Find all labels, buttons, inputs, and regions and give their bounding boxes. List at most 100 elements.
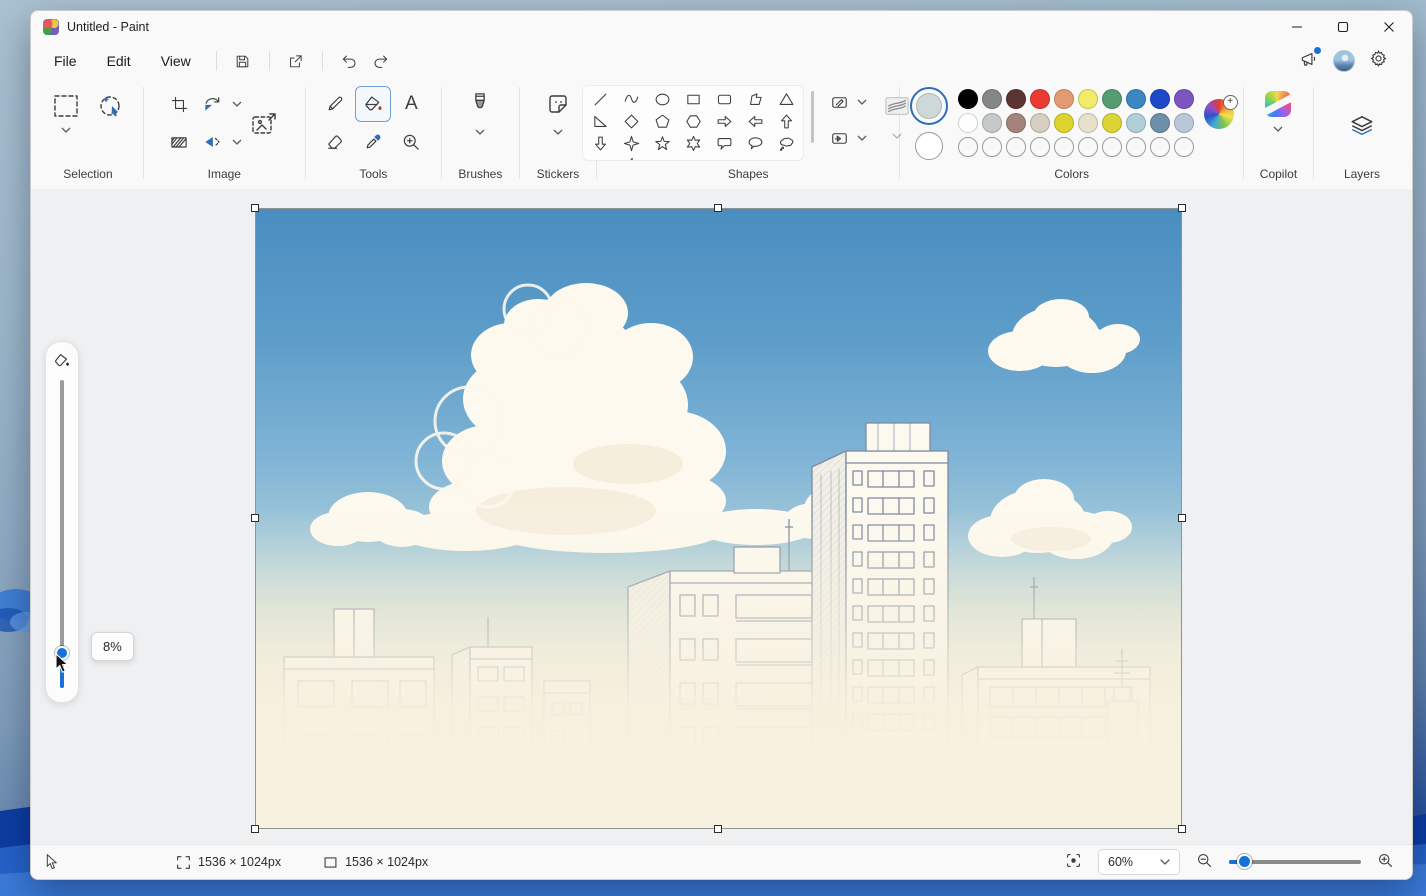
zoom-level-dropdown[interactable]: 60%: [1098, 849, 1180, 875]
selection-handle-middle-right[interactable]: [1178, 514, 1186, 522]
color-swatch[interactable]: [1150, 89, 1170, 109]
shape-right-triangle-icon[interactable]: [585, 110, 616, 132]
chevron-down-icon[interactable]: [857, 99, 867, 105]
shapes-scrollbar[interactable]: [811, 91, 814, 143]
tolerance-slider[interactable]: [60, 380, 64, 688]
selection-handle-bottom-left[interactable]: [251, 825, 259, 833]
color-swatch-empty[interactable]: [1030, 137, 1050, 157]
shape-outline-button[interactable]: [826, 89, 854, 115]
share-button[interactable]: [280, 46, 312, 76]
color-swatch[interactable]: [1174, 89, 1194, 109]
color-swatch[interactable]: [1174, 113, 1194, 133]
chevron-down-icon[interactable]: [892, 133, 902, 139]
color-swatch[interactable]: [982, 89, 1002, 109]
shape-rectangle-icon[interactable]: [678, 88, 709, 110]
shape-star-six-icon[interactable]: [678, 132, 709, 154]
selection-handle-bottom-right[interactable]: [1178, 825, 1186, 833]
shape-arrow-right-icon[interactable]: [709, 110, 740, 132]
shape-polygon-icon[interactable]: [740, 88, 771, 110]
shape-curve-icon[interactable]: [616, 88, 647, 110]
selection-handle-top-right[interactable]: [1178, 204, 1186, 212]
color-picker-tool-button[interactable]: [356, 125, 390, 159]
chevron-down-icon[interactable]: [553, 129, 563, 135]
zoom-in-button[interactable]: [1377, 852, 1394, 872]
eraser-tool-button[interactable]: [318, 125, 352, 159]
color-swatch[interactable]: [1006, 113, 1026, 133]
color-swatch[interactable]: [1102, 113, 1122, 133]
color-swatch[interactable]: [958, 89, 978, 109]
color-swatch-empty[interactable]: [1054, 137, 1074, 157]
shape-triangle-icon[interactable]: [771, 88, 802, 110]
color-swatch[interactable]: [1078, 89, 1098, 109]
rectangle-select-button[interactable]: [49, 89, 83, 123]
maximize-button[interactable]: [1320, 11, 1366, 43]
selection-handle-top-left[interactable]: [251, 204, 259, 212]
color-swatch[interactable]: [958, 113, 978, 133]
close-button[interactable]: [1366, 11, 1412, 43]
menu-view[interactable]: View: [146, 47, 206, 75]
color-swatch[interactable]: [1126, 113, 1146, 133]
color-swatch[interactable]: [1030, 113, 1050, 133]
shape-hexagon-icon[interactable]: [678, 110, 709, 132]
color-swatch-empty[interactable]: [1102, 137, 1122, 157]
shape-callout-cloud-icon[interactable]: [771, 132, 802, 154]
zoom-slider-thumb[interactable]: [1237, 854, 1252, 869]
undo-button[interactable]: [333, 46, 365, 76]
color-swatch[interactable]: [1126, 89, 1146, 109]
chevron-down-icon[interactable]: [232, 139, 242, 145]
minimize-button[interactable]: [1274, 11, 1320, 43]
color-swatch-empty[interactable]: [958, 137, 978, 157]
color-swatch[interactable]: [1102, 89, 1122, 109]
crop-button[interactable]: [162, 87, 196, 121]
rotate-button[interactable]: [195, 87, 229, 121]
line-thickness-button[interactable]: [879, 89, 915, 123]
color-swatch-empty[interactable]: [1174, 137, 1194, 157]
shape-line-icon[interactable]: [585, 88, 616, 110]
layers-button[interactable]: [1345, 109, 1379, 143]
account-avatar[interactable]: [1333, 50, 1355, 72]
zoom-slider[interactable]: [1229, 860, 1361, 864]
magnifier-tool-button[interactable]: [394, 125, 428, 159]
shape-arrow-left-icon[interactable]: [740, 110, 771, 132]
color-swatch[interactable]: [1006, 89, 1026, 109]
color-swatch-empty[interactable]: [1126, 137, 1146, 157]
color-swatch[interactable]: [1150, 113, 1170, 133]
brushes-button[interactable]: [463, 87, 497, 121]
shape-callout-rounded-icon[interactable]: [709, 132, 740, 154]
shape-star-four-icon[interactable]: [616, 132, 647, 154]
fill-tool-button[interactable]: [355, 86, 391, 122]
chevron-down-icon[interactable]: [61, 127, 71, 133]
shape-oval-icon[interactable]: [647, 88, 678, 110]
color2-swatch[interactable]: [915, 132, 943, 160]
text-tool-button[interactable]: A: [394, 87, 428, 121]
redo-button[interactable]: [365, 46, 397, 76]
shape-star-five-icon[interactable]: [647, 132, 678, 154]
stickers-button[interactable]: [541, 87, 575, 121]
flip-button[interactable]: [195, 125, 229, 159]
edit-colors-button[interactable]: +: [1204, 99, 1234, 129]
zoom-out-button[interactable]: [1196, 852, 1213, 872]
color-swatch[interactable]: [982, 113, 1002, 133]
color-swatch[interactable]: [1054, 113, 1074, 133]
menu-file[interactable]: File: [39, 47, 92, 75]
pencil-tool-button[interactable]: [318, 87, 352, 121]
chevron-down-icon[interactable]: [475, 129, 485, 135]
canvas[interactable]: [256, 209, 1181, 828]
selection-handle-bottom-center[interactable]: [714, 825, 722, 833]
shape-fill-button[interactable]: [826, 125, 854, 151]
color-swatch[interactable]: [1078, 113, 1098, 133]
color-swatch-empty[interactable]: [1006, 137, 1026, 157]
shape-diamond-icon[interactable]: [616, 110, 647, 132]
chevron-down-icon[interactable]: [1273, 126, 1283, 132]
menu-edit[interactable]: Edit: [92, 47, 146, 75]
resize-skew-button[interactable]: [162, 125, 196, 159]
copilot-button[interactable]: [1265, 91, 1291, 117]
save-button[interactable]: [227, 46, 259, 76]
chevron-down-icon[interactable]: [857, 135, 867, 141]
smart-select-button[interactable]: [93, 89, 127, 123]
selection-handle-middle-left[interactable]: [251, 514, 259, 522]
color1-swatch[interactable]: [910, 87, 948, 125]
shape-cloud-icon[interactable]: [585, 154, 616, 161]
shape-arrow-down-icon[interactable]: [585, 132, 616, 154]
shape-lightning-icon[interactable]: [616, 154, 647, 161]
